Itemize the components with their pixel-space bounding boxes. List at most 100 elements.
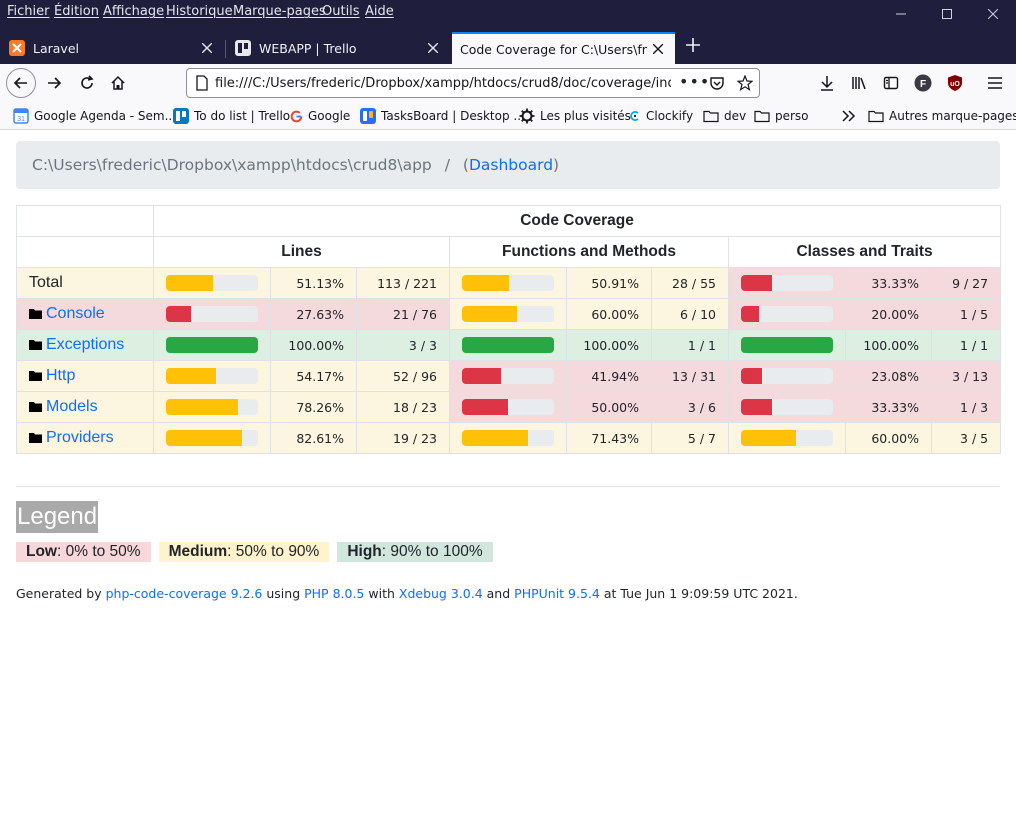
close-tab-button[interactable] [196,37,218,59]
close-tab-button[interactable] [422,37,444,59]
php-link[interactable]: PHP 8.0.5 [304,586,364,601]
url-text[interactable]: file:///C:/Users/frederic/Dropbox/xampp/… [215,76,671,91]
tab-title: WEBAPP | Trello [259,40,357,56]
directory-link[interactable]: Exceptions [46,336,124,353]
reload-button[interactable] [72,68,102,98]
menu-view[interactable]: Affichage [103,4,164,19]
minimize-button[interactable] [878,0,924,28]
functions-count: 5 / 7 [651,422,729,454]
lines-count: 3 / 3 [356,329,450,361]
functions-bar-cell [449,422,567,454]
bookmarks-overflow-button[interactable] [842,107,856,125]
window-controls [878,0,1016,28]
progress-bar [462,337,554,353]
phpunit-link[interactable]: PHPUnit 9.5.4 [514,586,600,601]
footer: Generated by php-code-coverage 9.2.6 usi… [16,586,798,601]
sidebar-button[interactable] [876,68,906,98]
classes-percent: 100.00% [845,329,932,361]
tab-bar: Laravel WEBAPP | Trello Code Coverage fo… [0,28,1016,64]
home-button[interactable] [103,68,133,98]
ublock-button[interactable]: uO [940,68,970,98]
directory-link[interactable]: Models [46,398,98,415]
reload-icon [81,75,94,89]
bookmark-tasksboard[interactable]: TasksBoard | Desktop ... [360,107,525,125]
lines-count: 52 / 96 [356,360,450,392]
classes-percent: 60.00% [845,422,932,454]
functions-count: 13 / 31 [651,360,729,392]
bookmark-label: dev [724,109,747,123]
progress-bar-fill [166,275,214,291]
maximize-button[interactable] [924,0,970,28]
table-row: Models 78.26% 18 / 23 50.00% 3 / 6 33.33% 1 / … [16,391,1002,423]
arrow-left-icon [13,77,27,89]
bookmark-label: TasksBoard | Desktop ... [381,109,525,123]
menu-history[interactable]: Historique [166,4,233,19]
pocket-icon[interactable] [709,75,725,91]
tab-title: Code Coverage for C:\Users\frederi [460,41,647,57]
dashboard-link[interactable]: Dashboard [469,156,553,174]
legend-high-range: : 90% to 100% [381,543,483,560]
bookmark-most-visited[interactable]: Les plus visités [519,107,631,125]
php-code-coverage-link[interactable]: php-code-coverage 9.2.6 [106,586,263,601]
bookmark-trello-todo[interactable]: To do list | Trello [173,107,290,125]
functions-percent: 71.43% [566,422,652,454]
menu-bookmarks[interactable]: Marque-pages [233,4,326,19]
legend-title: Legend [16,501,99,533]
downloads-button[interactable] [812,68,842,98]
functions-count: 3 / 6 [651,391,729,423]
footer-text: Generated by [16,586,102,601]
tab-trello[interactable]: WEBAPP | Trello [226,32,450,64]
bookmark-google-agenda[interactable]: 31 Google Agenda - Sem... [13,107,176,125]
arrow-right-icon [48,77,62,89]
lines-bar-cell [153,422,271,454]
footer-text: and [486,586,511,601]
account-button[interactable]: F [908,68,938,98]
home-icon [111,75,125,90]
folder-icon [29,340,42,350]
header-code-coverage: Code Coverage [152,205,1002,237]
download-icon [821,76,833,91]
classes-count: 9 / 27 [930,267,1002,299]
menu-file[interactable]: Fichier [7,4,50,19]
bookmark-google[interactable]: Google [290,107,350,125]
directory-link[interactable]: Providers [46,429,114,446]
page-actions-button[interactable]: ••• [679,72,710,91]
clockify-icon [630,110,639,122]
progress-bar [166,399,258,415]
close-window-button[interactable] [970,0,1016,28]
forward-button[interactable] [39,68,69,98]
close-tab-button[interactable] [647,38,669,60]
progress-bar [462,399,554,415]
tab-code-coverage[interactable]: Code Coverage for C:\Users\frederi [452,32,675,64]
folder-icon [754,110,770,123]
new-tab-button[interactable] [678,30,708,60]
svg-text:uO: uO [950,81,960,88]
sidebar-icon [883,76,899,90]
trello-icon [173,108,189,124]
functions-percent: 60.00% [566,298,652,330]
directory-link[interactable]: Http [46,367,75,384]
url-bar[interactable]: file:///C:/Users/frederic/Dropbox/xampp/… [186,68,760,98]
divider [16,486,1000,487]
directory-link[interactable]: Console [46,305,105,322]
tab-laravel[interactable]: Laravel [0,32,224,64]
bookmark-clockify[interactable]: Clockify [629,107,693,125]
back-button[interactable] [6,68,36,98]
progress-bar [741,399,833,415]
menu-help[interactable]: Aide [365,4,394,19]
lines-bar-cell [153,360,271,392]
bookmark-folder-dev[interactable]: dev [703,107,746,125]
functions-bar-cell [449,360,567,392]
menu-tools[interactable]: Outils [322,4,360,19]
coverage-table-body: Total 51.13% 113 / 221 50.91% 28 / 55 33.33% 9… [16,267,1002,454]
menu-edit[interactable]: Édition [54,4,99,19]
star-icon[interactable] [737,75,753,91]
progress-bar [462,275,554,291]
library-button[interactable] [844,68,874,98]
classes-bar-cell [728,267,846,299]
app-menu-button[interactable] [980,68,1010,98]
bookmark-other-bookmarks[interactable]: Autres marque-pages [868,107,1016,125]
bookmark-folder-perso[interactable]: perso [754,107,809,125]
classes-percent: 33.33% [845,267,932,299]
xdebug-link[interactable]: Xdebug 3.0.4 [399,586,483,601]
